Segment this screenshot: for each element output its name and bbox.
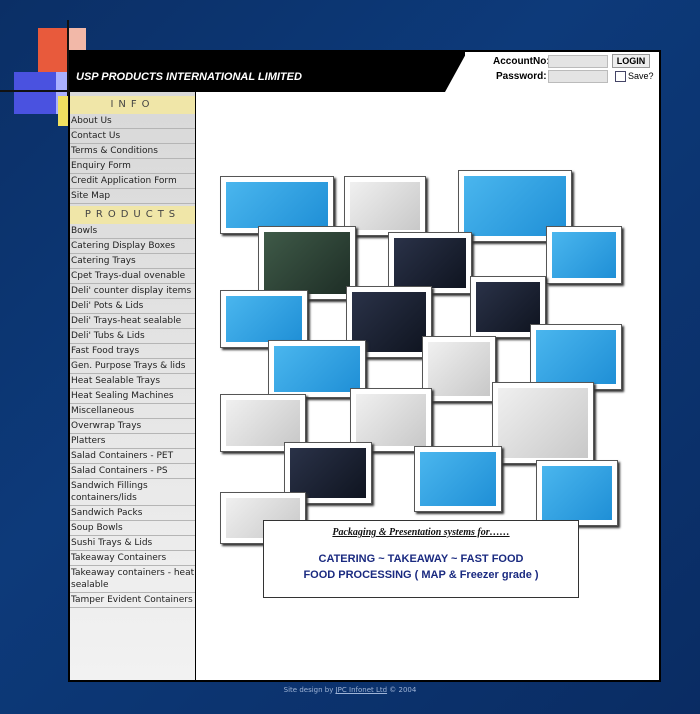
account-input[interactable] — [548, 55, 608, 68]
login-corner — [445, 52, 467, 92]
product-item[interactable]: Catering Trays — [70, 254, 195, 269]
password-input[interactable] — [548, 70, 608, 83]
product-item[interactable]: Deli' Trays-heat sealable — [70, 314, 195, 329]
footer-designer-link[interactable]: JPC Infonet Ltd — [336, 686, 387, 694]
tagline-intro: Packaging & Presentation systems for…… — [332, 527, 510, 538]
products-menu: Bowls Catering Display Boxes Catering Tr… — [70, 224, 195, 608]
tagline-sectors: CATERING ~ TAKEAWAY ~ FAST FOOD — [318, 553, 524, 565]
product-item[interactable]: Heat Sealable Trays — [70, 374, 195, 389]
product-item[interactable]: Miscellaneous — [70, 404, 195, 419]
product-photo — [344, 176, 426, 236]
info-item[interactable]: Contact Us — [70, 129, 195, 144]
product-photo — [492, 382, 594, 464]
tagline-processing: FOOD PROCESSING ( MAP & Freezer grade ) — [303, 569, 539, 581]
info-menu: About Us Contact Us Terms & Conditions E… — [70, 114, 195, 204]
product-photo — [414, 446, 502, 512]
product-item[interactable]: Heat Sealing Machines — [70, 389, 195, 404]
product-item[interactable]: Tamper Evident Containers — [70, 593, 195, 608]
footer: Site design by JPC Infonet Ltd © 2004 — [0, 686, 700, 694]
product-item[interactable]: Cpet Trays-dual ovenable — [70, 269, 195, 284]
product-item[interactable]: Sandwich Packs — [70, 506, 195, 521]
account-label: AccountNo: — [493, 56, 550, 67]
product-photo — [388, 232, 472, 294]
product-item[interactable]: Takeaway containers - heat sealable — [70, 566, 195, 593]
logo-block-blue — [14, 72, 56, 114]
product-item[interactable]: Bowls — [70, 224, 195, 239]
info-item[interactable]: Site Map — [70, 189, 195, 204]
product-photo — [258, 226, 356, 300]
products-heading: PRODUCTS — [70, 206, 195, 224]
product-item[interactable]: Takeaway Containers — [70, 551, 195, 566]
product-item[interactable]: Soup Bowls — [70, 521, 195, 536]
product-photo — [536, 460, 618, 526]
info-item[interactable]: Terms & Conditions — [70, 144, 195, 159]
product-item[interactable]: Deli' Tubs & Lids — [70, 329, 195, 344]
logo-block-red — [38, 28, 68, 74]
logo-yellow-tab — [58, 96, 68, 126]
product-item[interactable]: Sandwich Fillings containers/lids — [70, 479, 195, 506]
product-collage — [218, 170, 622, 544]
logo-horizontal-line — [0, 90, 70, 92]
product-item[interactable]: Deli' counter display items — [70, 284, 195, 299]
info-item[interactable]: About Us — [70, 114, 195, 129]
tagline-box: Packaging & Presentation systems for…… C… — [263, 520, 579, 598]
footer-prefix: Site design by — [283, 686, 336, 694]
save-label: Save? — [628, 71, 654, 81]
footer-suffix: © 2004 — [387, 686, 417, 694]
product-item[interactable]: Fast Food trays — [70, 344, 195, 359]
info-item[interactable]: Credit Application Form — [70, 174, 195, 189]
product-item[interactable]: Sushi Trays & Lids — [70, 536, 195, 551]
product-photo — [546, 226, 622, 284]
product-item[interactable]: Salad Containers - PS — [70, 464, 195, 479]
product-item[interactable]: Platters — [70, 434, 195, 449]
info-heading: INFO — [70, 96, 195, 114]
product-photo — [422, 336, 496, 402]
product-item[interactable]: Gen. Purpose Trays & lids — [70, 359, 195, 374]
company-title: USP PRODUCTS INTERNATIONAL LIMITED — [70, 66, 320, 88]
product-item[interactable]: Overwrap Trays — [70, 419, 195, 434]
save-checkbox[interactable] — [615, 71, 626, 82]
info-item[interactable]: Enquiry Form — [70, 159, 195, 174]
product-item[interactable]: Deli' Pots & Lids — [70, 299, 195, 314]
product-item[interactable]: Catering Display Boxes — [70, 239, 195, 254]
product-photo — [530, 324, 622, 390]
product-item[interactable]: Salad Containers - PET — [70, 449, 195, 464]
password-label: Password: — [496, 71, 547, 82]
login-button[interactable]: LOGIN — [612, 54, 650, 68]
